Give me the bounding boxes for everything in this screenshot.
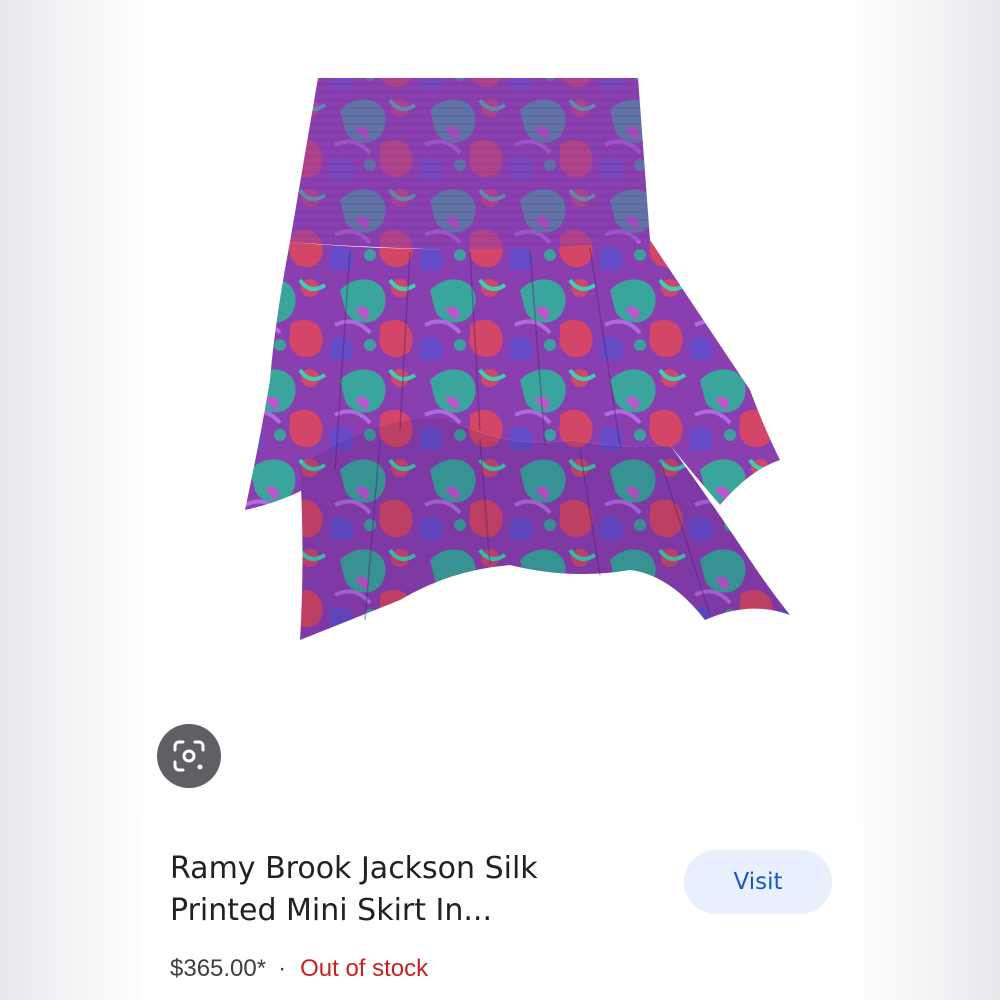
product-image[interactable] xyxy=(150,0,850,818)
stock-status: Out of stock xyxy=(300,955,429,982)
product-info-card: Ramy Brook Jackson Silk Printed Mini Ski… xyxy=(140,818,862,1000)
product-price: $365.00* xyxy=(170,955,267,982)
product-title[interactable]: Ramy Brook Jackson Silk Printed Mini Ski… xyxy=(170,848,640,932)
price-row: $365.00* · Out of stock xyxy=(170,954,428,984)
screen: Ramy Brook Jackson Silk Printed Mini Ski… xyxy=(0,0,1000,1000)
price-separator: · xyxy=(278,955,287,982)
visit-button[interactable]: Visit xyxy=(684,850,832,914)
google-lens-icon xyxy=(173,740,205,772)
product-image-panel[interactable] xyxy=(150,0,850,818)
google-lens-button[interactable] xyxy=(157,724,221,788)
